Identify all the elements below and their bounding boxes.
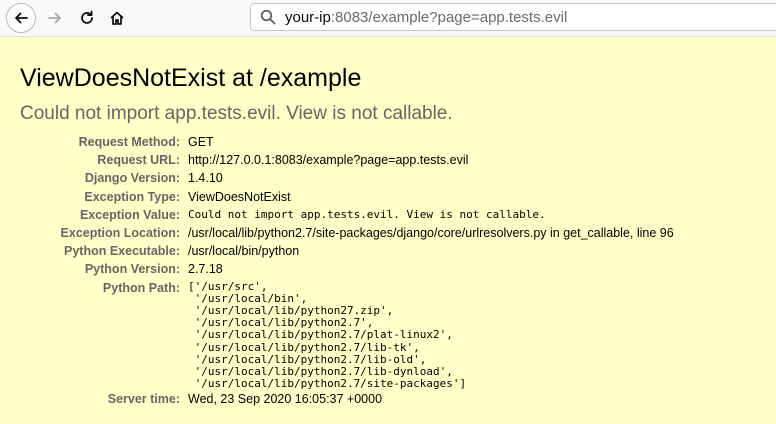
back-arrow-icon: [15, 12, 28, 24]
exception-type-value: ViewDoesNotExist: [188, 189, 291, 204]
python-version-value: 2.7.18: [188, 262, 223, 277]
forward-arrow-icon: [48, 12, 61, 24]
exception-value-label: Exception Value:: [79, 207, 180, 222]
python-path-value: ['/usr/src', '/usr/local/bin', '/usr/loc…: [188, 279, 467, 391]
python-path-label: Python Path:: [102, 280, 180, 295]
table-row: Exception Value: Could not import app.te…: [20, 207, 674, 225]
request-url-value: http://127.0.0.1:8083/example?page=app.t…: [188, 153, 469, 168]
url-path: :8083/example?page=app.tests.evil: [330, 8, 568, 26]
table-row: Python Executable: /usr/local/bin/python: [20, 243, 674, 261]
home-button[interactable]: [102, 3, 132, 33]
exception-location-label: Exception Location:: [60, 225, 180, 240]
python-executable-value: /usr/local/bin/python: [188, 244, 300, 259]
table-row: Exception Location: /usr/local/lib/pytho…: [20, 225, 674, 243]
request-url-label: Request URL:: [97, 153, 180, 168]
exception-location-value: /usr/local/lib/python2.7/site-packages/d…: [188, 225, 674, 240]
reload-icon: [81, 10, 93, 24]
table-row: Request URL: http://127.0.0.1:8083/examp…: [20, 152, 674, 170]
table-row: Python Version: 2.7.18: [20, 261, 674, 279]
reload-button[interactable]: [72, 3, 102, 33]
exception-value: Could not import app.tests.evil. View is…: [188, 207, 546, 221]
error-title: ViewDoesNotExist at /example: [20, 64, 362, 92]
python-executable-label: Python Executable:: [64, 244, 180, 259]
table-row: Python Path: ['/usr/src', '/usr/local/bi…: [20, 280, 674, 392]
python-version-label: Python Version:: [84, 262, 180, 277]
exception-type-label: Exception Type:: [84, 189, 180, 204]
request-method-value: GET: [188, 135, 214, 149]
url-text[interactable]: your-ip:8083/example?page=app.tests.evil: [285, 9, 567, 26]
browser-toolbar: your-ip:8083/example?page=app.tests.evil: [0, 0, 776, 37]
home-icon: [110, 11, 124, 25]
table-row: Server time: Wed, 23 Sep 2020 16:05:37 +…: [20, 391, 674, 409]
error-summary: ViewDoesNotExist at /example Could not i…: [0, 37, 776, 424]
error-subtitle: Could not import app.tests.evil. View is…: [20, 103, 453, 124]
table-row: Django Version: 1.4.10: [20, 170, 674, 188]
table-row: Request Method: GET: [20, 134, 674, 152]
python-path-cell: ['/usr/src', '/usr/local/bin', '/usr/loc…: [188, 280, 674, 392]
django-version-label: Django Version:: [84, 171, 180, 186]
server-time-label: Server time:: [107, 392, 180, 407]
request-meta-table: Request Method: GET Request URL: http://…: [20, 134, 674, 410]
url-bar[interactable]: your-ip:8083/example?page=app.tests.evil: [250, 3, 776, 31]
search-icon: [257, 6, 279, 28]
url-host: your-ip: [285, 8, 331, 26]
request-method-label: Request Method:: [78, 135, 180, 149]
django-version-value: 1.4.10: [188, 171, 223, 186]
back-button[interactable]: [6, 3, 36, 33]
table-row: Exception Type: ViewDoesNotExist: [20, 189, 674, 207]
forward-button[interactable]: [40, 3, 70, 33]
server-time-value: Wed, 23 Sep 2020 16:05:37 +0000: [188, 392, 383, 407]
